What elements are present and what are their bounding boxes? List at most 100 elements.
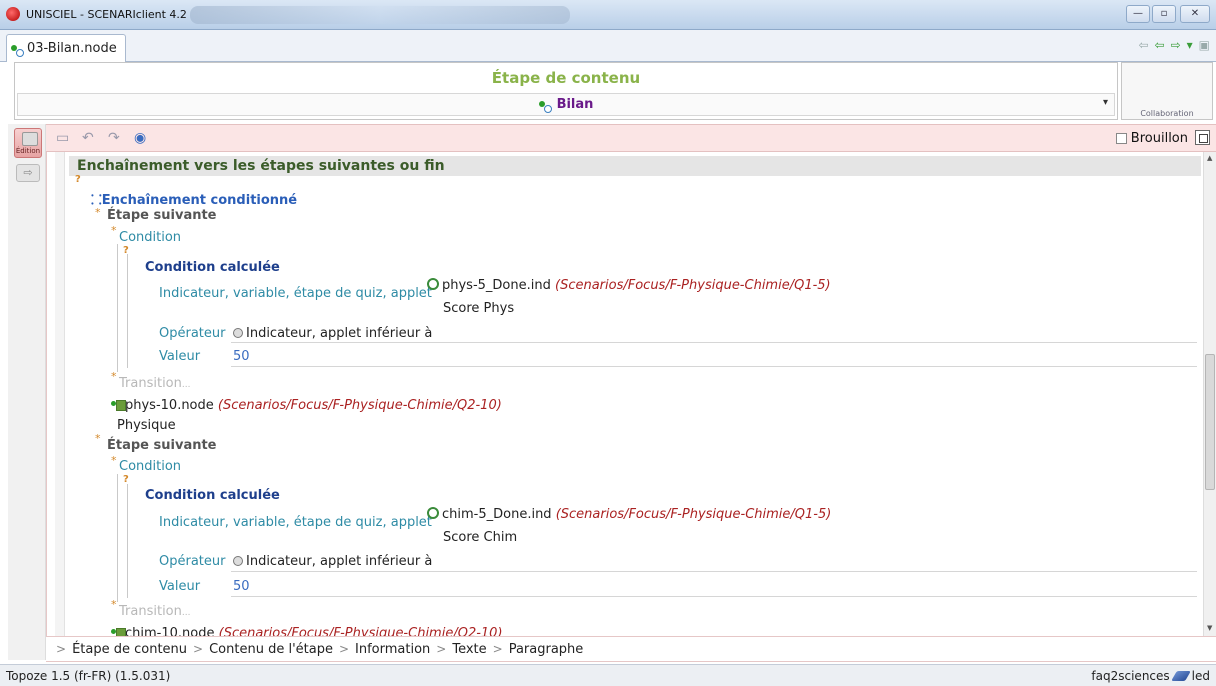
status-site: faq2sciences: [1091, 669, 1170, 683]
node-folder-icon: [111, 626, 126, 636]
breadcrumb-sep: >: [436, 642, 447, 656]
node-header: Étape de contenu Bilan ▾: [14, 62, 1118, 120]
brouillon-checkbox[interactable]: [1115, 133, 1127, 144]
breadcrumb-sep: >: [56, 642, 67, 656]
status-bar: Topoze 1.5 (fr-FR) (1.5.031) faq2science…: [0, 664, 1216, 686]
scroll-up-icon[interactable]: ▲: [1207, 154, 1212, 162]
tree-line: [127, 254, 128, 368]
operateur-value-1[interactable]: Indicateur, applet inférieur à: [233, 326, 432, 341]
status-username: led: [1191, 669, 1210, 683]
breadcrumb-item[interactable]: Paragraphe: [509, 642, 584, 657]
save-icon[interactable]: ▭: [56, 130, 69, 146]
indicateur-ref-2[interactable]: chim-5_Done.ind (Scenarios/Focus/F-Physi…: [427, 507, 831, 522]
target-node-1[interactable]: phys-10.node (Scenarios/Focus/F-Physique…: [111, 398, 502, 413]
condition-1: Condition: [119, 230, 182, 245]
target-title-1: Physique: [117, 418, 176, 433]
panel-icon[interactable]: ▣: [1199, 38, 1210, 52]
editor-content: Enchaînement vers les étapes suivantes o…: [46, 152, 1202, 636]
breadcrumb-item[interactable]: Information: [355, 642, 430, 657]
tab-label: 03-Bilan.node: [27, 41, 117, 56]
operator-icon: [233, 328, 243, 338]
maximize-editor-button[interactable]: [1195, 130, 1210, 145]
back-gray-icon[interactable]: ⇦: [1138, 38, 1148, 52]
indicateur-ref-1[interactable]: phys-5_Done.ind (Scenarios/Focus/F-Physi…: [427, 278, 831, 293]
tree-line: [127, 484, 128, 598]
field-line: [231, 571, 1197, 572]
node-name: Bilan: [556, 97, 594, 112]
scroll-thumb[interactable]: [1205, 354, 1215, 490]
indicateur-title-1: Score Phys: [443, 301, 515, 316]
star[interactable]: *: [95, 206, 101, 219]
operator-icon: [233, 556, 243, 566]
status-user[interactable]: faq2sciences led: [1091, 669, 1210, 683]
left-tool-strip: Édition ⇨: [8, 124, 46, 660]
titlebar-blur: [190, 6, 570, 24]
minimize-button[interactable]: —: [1126, 5, 1150, 23]
valeur-value-1[interactable]: 50: [233, 349, 250, 364]
close-button[interactable]: ✕: [1180, 5, 1210, 23]
qmark[interactable]: ?: [75, 174, 81, 185]
breadcrumb-item[interactable]: Étape de contenu: [72, 642, 187, 657]
preview-icon[interactable]: ⇨: [16, 164, 40, 182]
reference-icon: [427, 278, 439, 290]
forward-arrow-icon[interactable]: ⇨: [1171, 38, 1181, 52]
indicateur-label-2: Indicateur, variable, étape de quiz, app…: [159, 515, 432, 530]
feather-icon: [1170, 671, 1191, 681]
breadcrumb: > Étape de contenu > Contenu de l'étape …: [46, 636, 1216, 662]
condition-calculee-2: Condition calculée: [145, 488, 280, 503]
app-icon: [6, 7, 20, 21]
transition-1[interactable]: Transition...: [119, 376, 190, 391]
star[interactable]: *: [111, 598, 117, 611]
window-titlebar: UNISCIEL - SCENARIclient 4.2 — ▫ ✕: [0, 0, 1216, 30]
enchainement-title: ⸬Enchaînement conditionné: [91, 193, 298, 208]
editor-toolbar: ▭ ↶ ↷ ◉ Brouillon: [46, 124, 1216, 152]
brouillon-toggle[interactable]: Brouillon: [1115, 131, 1188, 146]
scroll-down-icon[interactable]: ▼: [1207, 624, 1212, 632]
node-icon: [538, 99, 552, 113]
indicateur-label-1: Indicateur, variable, étape de quiz, app…: [159, 286, 432, 301]
node-title-selector[interactable]: Bilan ▾: [17, 93, 1115, 116]
breadcrumb-item[interactable]: Texte: [452, 642, 486, 657]
star[interactable]: *: [111, 454, 117, 467]
brouillon-label: Brouillon: [1130, 131, 1188, 146]
back-arrow-icon[interactable]: ⇦: [1155, 38, 1165, 52]
field-line: [231, 342, 1197, 343]
maximize-button[interactable]: ▫: [1152, 5, 1176, 23]
tree-line: [117, 244, 118, 372]
star[interactable]: *: [111, 370, 117, 383]
etape-suivante-1: Étape suivante: [107, 208, 217, 223]
tab-03-bilan[interactable]: 03-Bilan.node: [6, 34, 126, 62]
navigate-icon[interactable]: ◉: [134, 130, 146, 146]
operateur-value-2[interactable]: Indicateur, applet inférieur à: [233, 554, 432, 569]
breadcrumb-sep: >: [492, 642, 503, 656]
reference-icon: [427, 507, 439, 519]
breadcrumb-item[interactable]: Contenu de l'étape: [209, 642, 333, 657]
condition-calculee-1: Condition calculée: [145, 260, 280, 275]
valeur-value-2[interactable]: 50: [233, 579, 250, 594]
section-title: Enchaînement vers les étapes suivantes o…: [69, 156, 1201, 176]
indicateur-title-2: Score Chim: [443, 530, 518, 545]
etape-title: Étape de contenu: [491, 69, 641, 87]
target-node-2[interactable]: chim-10.node (Scenarios/Focus/F-Physique…: [111, 626, 503, 636]
collaboration-panel[interactable]: Collaboration: [1121, 62, 1213, 120]
edition-button[interactable]: Édition: [14, 128, 42, 158]
redo-icon[interactable]: ↷: [108, 130, 120, 146]
vertical-scrollbar[interactable]: ▲ ▼: [1203, 152, 1216, 636]
star[interactable]: *: [95, 432, 101, 445]
operateur-label-1: Opérateur: [159, 326, 226, 341]
editor-tabbar: 03-Bilan.node ⇦ ⇦ ⇨ ▾ ▣: [0, 30, 1216, 62]
node-folder-icon: [111, 398, 126, 411]
etape-suivante-2: Étape suivante: [107, 438, 217, 453]
left-gutter: [55, 152, 65, 636]
valeur-label-1: Valeur: [159, 349, 201, 364]
breadcrumb-sep: >: [193, 642, 204, 656]
valeur-label-2: Valeur: [159, 579, 201, 594]
chevron-down-icon[interactable]: ▾: [1103, 97, 1108, 108]
transition-2[interactable]: Transition...: [119, 604, 190, 619]
star[interactable]: *: [111, 224, 117, 237]
field-line: [231, 596, 1197, 597]
node-icon: [11, 43, 24, 57]
undo-icon[interactable]: ↶: [82, 130, 94, 146]
dropdown-icon[interactable]: ▾: [1187, 38, 1193, 52]
window-title: UNISCIEL - SCENARIclient 4.2: [26, 8, 187, 21]
